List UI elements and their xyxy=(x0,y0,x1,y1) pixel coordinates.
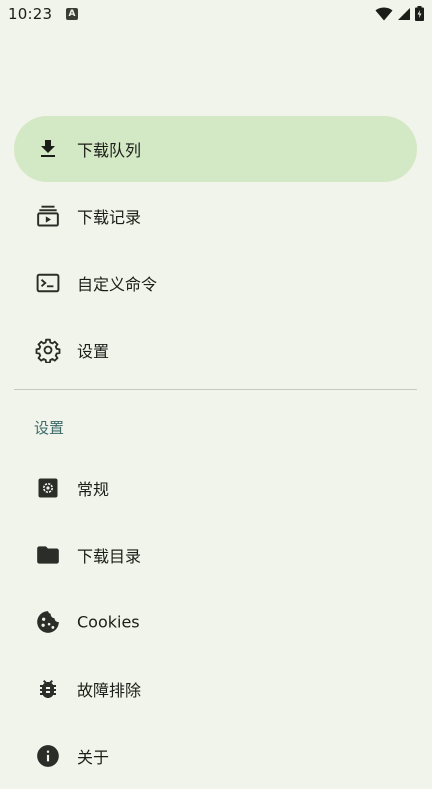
nav-item-label: 设置 xyxy=(77,342,110,361)
nav-item-label: 下载目录 xyxy=(77,547,142,566)
terminal-icon xyxy=(34,269,62,297)
nav-item-label: 关于 xyxy=(77,748,110,767)
nav-item-troubleshooting[interactable]: 故障排除 xyxy=(14,656,417,722)
nav-item-about[interactable]: 关于 xyxy=(14,723,417,789)
navigation-drawer: 下载队列 下载记录 自定义命令 设置 设置 常规 下载目录 Cookies 故障… xyxy=(0,0,432,768)
gear-icon xyxy=(34,336,62,364)
nav-item-general[interactable]: 常规 xyxy=(14,455,417,521)
nav-item-cookies[interactable]: Cookies xyxy=(14,589,417,655)
cookie-icon xyxy=(34,608,62,636)
nav-item-label: 自定义命令 xyxy=(77,275,158,294)
nav-item-custom-commands[interactable]: 自定义命令 xyxy=(14,250,417,316)
divider xyxy=(14,389,417,390)
nav-item-label: 下载队列 xyxy=(77,141,142,160)
folder-icon xyxy=(34,541,62,569)
nav-item-label: 下载记录 xyxy=(77,208,142,227)
info-icon xyxy=(34,742,62,770)
nav-item-settings[interactable]: 设置 xyxy=(14,317,417,383)
bug-icon xyxy=(34,675,62,703)
section-header-settings: 设置 xyxy=(34,419,65,437)
nav-item-label: 故障排除 xyxy=(77,681,142,700)
nav-item-download-history[interactable]: 下载记录 xyxy=(14,183,417,249)
nav-item-label: 常规 xyxy=(77,480,110,499)
history-icon xyxy=(34,202,62,230)
nav-item-download-queue[interactable]: 下载队列 xyxy=(14,116,417,182)
nav-item-download-directory[interactable]: 下载目录 xyxy=(14,522,417,588)
download-icon xyxy=(34,135,62,163)
general-settings-icon xyxy=(34,474,62,502)
nav-item-label: Cookies xyxy=(77,612,140,632)
